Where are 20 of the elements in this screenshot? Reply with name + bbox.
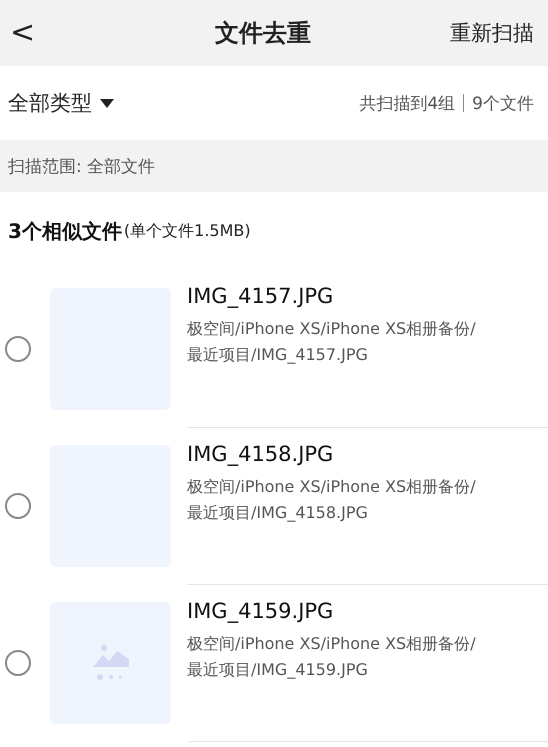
back-button[interactable]: < bbox=[6, 18, 76, 48]
page-title: 文件去重 bbox=[215, 18, 311, 49]
file-name: IMG_4158.JPG bbox=[187, 442, 334, 466]
group-title: 3个相似文件 bbox=[8, 218, 122, 244]
image-placeholder-icon bbox=[92, 644, 128, 680]
files-count: 9个文件 bbox=[472, 92, 534, 114]
file-path: 极空间/iPhone XS/iPhone XS相册备份/ 最近项目/IMG_4157.JPG bbox=[187, 318, 477, 366]
select-radio[interactable] bbox=[5, 650, 31, 676]
select-radio[interactable] bbox=[5, 492, 31, 518]
type-filter-dropdown[interactable]: 全部类型 bbox=[8, 89, 114, 117]
caret-icon bbox=[100, 98, 114, 108]
group-size-note: (单个文件1.5MB) bbox=[124, 220, 251, 242]
groups-count: 共扫描到4组 bbox=[359, 92, 456, 114]
scope-label: 扫描范围: 全部文件 bbox=[8, 156, 156, 178]
file-path: 极空间/iPhone XS/iPhone XS相册备份/ 最近项目/IMG_4159.JPG bbox=[187, 633, 477, 681]
file-name: IMG_4157.JPG bbox=[187, 284, 334, 308]
file-path: 极空间/iPhone XS/iPhone XS相册备份/ 最近项目/IMG_4158.JPG bbox=[187, 476, 477, 524]
select-radio[interactable] bbox=[5, 336, 31, 362]
rescan-button[interactable]: 重新扫描 bbox=[450, 19, 534, 47]
file-name: IMG_4159.JPG bbox=[187, 599, 334, 623]
